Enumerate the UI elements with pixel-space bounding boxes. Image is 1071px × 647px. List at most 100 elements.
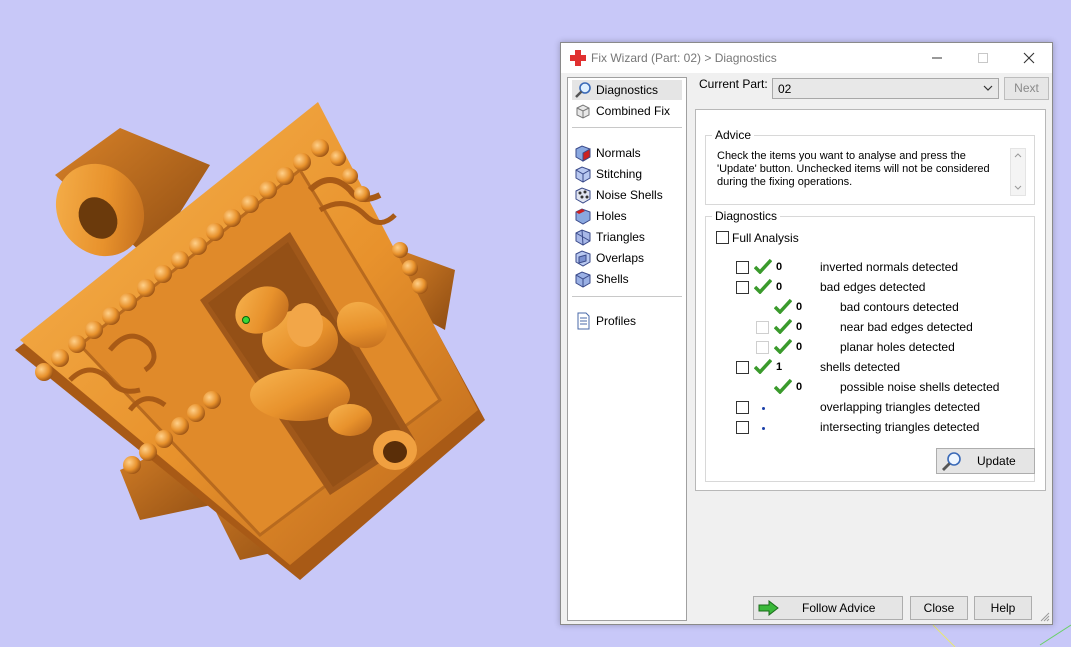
nav-separator — [572, 127, 682, 128]
magnifier-icon — [942, 452, 961, 471]
close-button[interactable]: Close — [910, 596, 968, 620]
check-icon — [754, 258, 772, 274]
intersecting-triangles-checkbox[interactable] — [736, 421, 749, 434]
update-label: Update — [977, 454, 1016, 468]
nav-label: Holes — [596, 209, 627, 223]
scroll-down-icon — [1014, 185, 1022, 190]
axis-indicator — [932, 624, 1071, 647]
overlapping-triangles-label: overlapping triangles detected — [820, 400, 981, 414]
nav-separator — [572, 296, 682, 297]
next-button[interactable]: Next — [1004, 77, 1049, 100]
pending-dot-icon — [762, 407, 765, 410]
minimize-button[interactable] — [914, 43, 960, 73]
nav-label: Normals — [596, 146, 641, 160]
full-analysis-checkbox[interactable] — [716, 231, 729, 244]
check-icon — [774, 318, 792, 334]
nav-item-combined-fix[interactable]: Combined Fix — [572, 101, 682, 121]
inverted-normals-count: 0 — [776, 261, 783, 273]
document-icon — [577, 312, 590, 330]
nav-label: Overlaps — [596, 251, 645, 265]
shells-checkbox[interactable] — [736, 361, 749, 374]
arrow-right-icon — [758, 600, 779, 616]
near-bad-edges-label: near bad edges detected — [840, 320, 973, 334]
overlapping-triangles-checkbox[interactable] — [736, 401, 749, 414]
current-part-select[interactable]: 02 — [772, 78, 999, 99]
nav-item-diagnostics[interactable]: Diagnostics — [572, 80, 682, 100]
noise-shells-icon — [575, 187, 591, 204]
nav-item-profiles[interactable]: Profiles — [572, 311, 682, 331]
magnifier-icon — [575, 82, 591, 98]
nav-item-normals[interactable]: Normals — [572, 143, 682, 163]
stitching-cube-icon — [575, 166, 591, 183]
noise-shells-count: 0 — [796, 381, 803, 393]
check-icon — [774, 378, 792, 394]
pending-dot-icon — [762, 427, 765, 430]
bad-contours-label: bad contours detected — [840, 300, 959, 314]
close-icon — [1023, 52, 1035, 64]
intersecting-triangles-label: intersecting triangles detected — [820, 420, 980, 434]
overlaps-cube-icon — [575, 250, 591, 267]
inverted-normals-label: inverted normals detected — [820, 260, 959, 274]
check-icon — [754, 358, 772, 374]
nav-label: Stitching — [596, 167, 643, 181]
bad-edges-count: 0 — [776, 281, 783, 293]
scroll-up-icon — [1014, 153, 1022, 158]
check-icon — [774, 338, 792, 354]
near-bad-edges-checkbox[interactable] — [756, 321, 769, 334]
diagnostics-group: Diagnostics Full Analysis 0 inverted nor… — [705, 209, 1035, 482]
nav-item-shells[interactable]: Shells — [572, 269, 682, 289]
maximize-button[interactable] — [960, 43, 1006, 73]
cube-icon — [576, 104, 590, 119]
bad-edges-checkbox[interactable] — [736, 281, 749, 294]
planar-holes-count: 0 — [796, 341, 803, 353]
advice-title: Advice — [712, 128, 755, 142]
nav-label: Profiles — [596, 314, 637, 328]
nav-item-stitching[interactable]: Stitching — [572, 164, 682, 184]
diagnostics-title: Diagnostics — [712, 209, 781, 223]
triangles-cube-icon — [575, 229, 591, 246]
title-bar[interactable]: Fix Wizard (Part: 02) > Diagnostics — [561, 43, 1052, 73]
bad-contours-count: 0 — [796, 301, 803, 313]
chevron-down-icon — [983, 85, 993, 91]
current-part-value: 02 — [778, 82, 792, 96]
nav-item-overlaps[interactable]: Overlaps — [572, 248, 682, 268]
fix-wizard-dialog: Fix Wizard (Part: 02) > Diagnostics Diag… — [560, 42, 1053, 625]
update-button[interactable]: Update — [936, 448, 1035, 474]
normals-cube-icon — [575, 145, 591, 162]
near-bad-edges-count: 0 — [796, 321, 803, 333]
nav-label: Diagnostics — [596, 83, 659, 97]
nav-item-noise-shells[interactable]: Noise Shells — [572, 185, 682, 205]
nav-label: Combined Fix — [596, 104, 671, 118]
wizard-navigation: Diagnostics Combined Fix Normals Stitchi… — [567, 77, 687, 621]
check-icon — [774, 298, 792, 314]
check-icon — [754, 278, 772, 294]
resize-grip-icon[interactable] — [1040, 612, 1050, 622]
nav-label: Shells — [596, 272, 629, 286]
nav-item-triangles[interactable]: Triangles — [572, 227, 682, 247]
advice-group: Advice Check the items you want to analy… — [705, 128, 1035, 205]
help-button[interactable]: Help — [974, 596, 1032, 620]
advice-text: Check the items you want to analyse and … — [717, 150, 990, 188]
shells-count: 1 — [776, 361, 783, 373]
inverted-normals-checkbox[interactable] — [736, 261, 749, 274]
follow-advice-label: Follow Advice — [802, 601, 876, 615]
close-window-button[interactable] — [1006, 43, 1052, 73]
shells-label: shells detected — [820, 360, 901, 374]
current-part-label: Current Part: — [699, 77, 768, 91]
noise-shells-label: possible noise shells detected — [840, 380, 1000, 394]
follow-advice-button[interactable]: Follow Advice — [753, 596, 903, 620]
holes-cube-icon — [575, 208, 591, 225]
minimize-icon — [932, 57, 942, 59]
nav-item-holes[interactable]: Holes — [572, 206, 682, 226]
nav-label: Triangles — [596, 230, 645, 244]
red-cross-icon — [570, 50, 586, 66]
diagnostics-panel: Advice Check the items you want to analy… — [695, 109, 1046, 491]
full-analysis-label: Full Analysis — [732, 231, 799, 245]
planar-holes-label: planar holes detected — [840, 340, 955, 354]
bad-edges-label: bad edges detected — [820, 280, 926, 294]
shells-cube-icon — [575, 271, 591, 288]
nav-label: Noise Shells — [596, 188, 663, 202]
window-title: Fix Wizard (Part: 02) > Diagnostics — [591, 51, 777, 65]
planar-holes-checkbox[interactable] — [756, 341, 769, 354]
advice-scrollbar[interactable] — [1010, 148, 1026, 196]
